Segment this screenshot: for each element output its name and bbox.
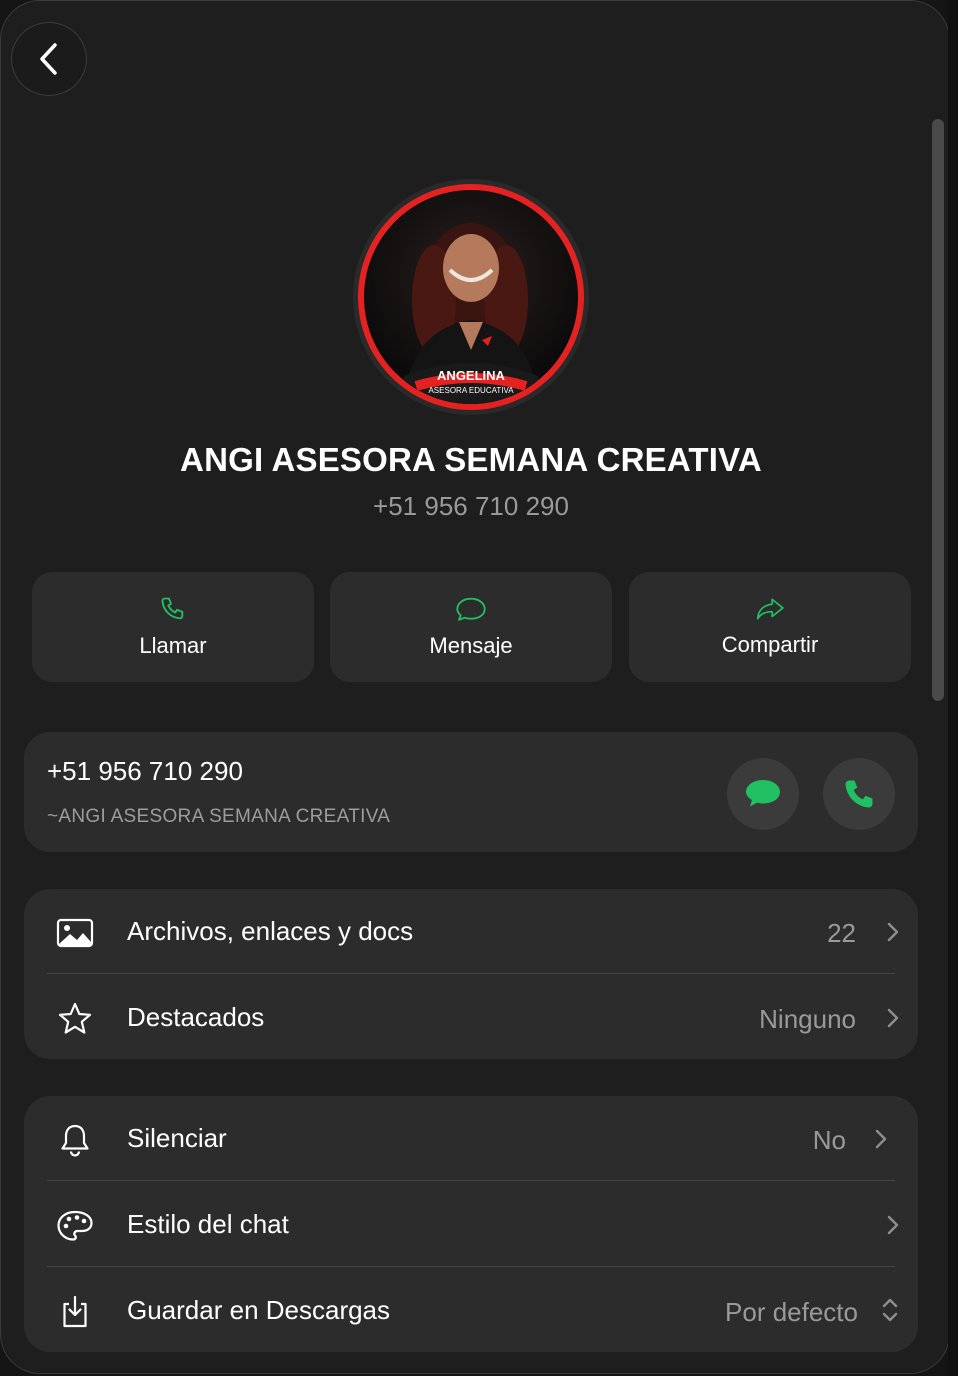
download-icon [56, 1293, 94, 1331]
divider [47, 973, 895, 974]
call-button[interactable]: Llamar [32, 572, 314, 682]
divider [47, 1266, 895, 1267]
back-button[interactable] [11, 22, 87, 96]
scrollbar[interactable] [932, 119, 944, 701]
save-to-downloads-row[interactable]: Guardar en Descargas Por defecto [24, 1268, 918, 1354]
phone-icon [161, 597, 184, 620]
settings-section: Silenciar No Estilo del chat Guardar en … [24, 1096, 918, 1352]
message-button[interactable]: Mensaje [330, 572, 612, 682]
save-to-downloads-value[interactable]: Por defecto [725, 1297, 858, 1328]
starred-label: Destacados [127, 1002, 265, 1032]
share-button[interactable]: Compartir [629, 572, 911, 682]
divider [47, 1180, 895, 1181]
call-circle-button[interactable] [823, 758, 895, 830]
avatar[interactable]: ANGELINA ASESORA EDUCATIVA [353, 179, 589, 415]
badge-name: ANGELINA [437, 368, 506, 383]
star-icon [56, 1000, 94, 1038]
files-links-docs-label: Archivos, enlaces y docs [127, 916, 414, 946]
message-label: Mensaje [429, 633, 513, 658]
profile-photo: ANGELINA ASESORA EDUCATIVA [404, 223, 538, 404]
chat-bubble-icon [746, 780, 780, 807]
files-count: 22 [827, 918, 856, 948]
share-label: Compartir [721, 632, 819, 657]
message-icon [456, 597, 486, 621]
phone-label: ~ANGI ASESORA SEMANA CREATIVA [47, 806, 391, 827]
chevron-right-icon [875, 1129, 887, 1149]
chevron-up-down-icon[interactable] [880, 1295, 900, 1325]
save-to-downloads-label: Guardar en Descargas [127, 1295, 391, 1325]
phone-filled-icon [845, 780, 873, 808]
chevron-right-icon [887, 1008, 899, 1028]
contact-phone: +51 956 710 290 [373, 491, 569, 521]
chat-style-row[interactable]: Estilo del chat [24, 1182, 918, 1268]
background-window-edge [948, 0, 958, 1376]
image-icon [56, 914, 94, 952]
phone-number[interactable]: +51 956 710 290 [47, 756, 243, 787]
bell-icon [56, 1121, 94, 1159]
chevron-left-icon [40, 43, 57, 75]
badge-role: ASESORA EDUCATIVA [428, 386, 514, 395]
media-section: Archivos, enlaces y docs 22 Destacados N… [24, 889, 918, 1059]
share-icon [756, 598, 784, 620]
files-links-docs-row[interactable]: Archivos, enlaces y docs 22 [24, 889, 918, 975]
starred-row[interactable]: Destacados Ninguno [24, 975, 918, 1061]
mute-value: No [812, 1125, 846, 1155]
palette-icon [56, 1207, 94, 1245]
chevron-right-icon [887, 1215, 899, 1235]
contact-info-panel: ANGELINA ASESORA EDUCATIVA ANGI ASESORA … [0, 0, 950, 1374]
contact-name: ANGI ASESORA SEMANA CREATIVA [180, 441, 762, 478]
mute-label: Silenciar [127, 1123, 227, 1153]
chat-style-label: Estilo del chat [127, 1209, 289, 1239]
call-label: Llamar [139, 633, 207, 658]
starred-value: Ninguno [759, 1004, 856, 1034]
mute-row[interactable]: Silenciar No [24, 1096, 918, 1182]
chevron-right-icon [887, 922, 899, 942]
chat-bubble-button[interactable] [727, 758, 799, 830]
phone-card: +51 956 710 290 ~ANGI ASESORA SEMANA CRE… [24, 732, 918, 852]
